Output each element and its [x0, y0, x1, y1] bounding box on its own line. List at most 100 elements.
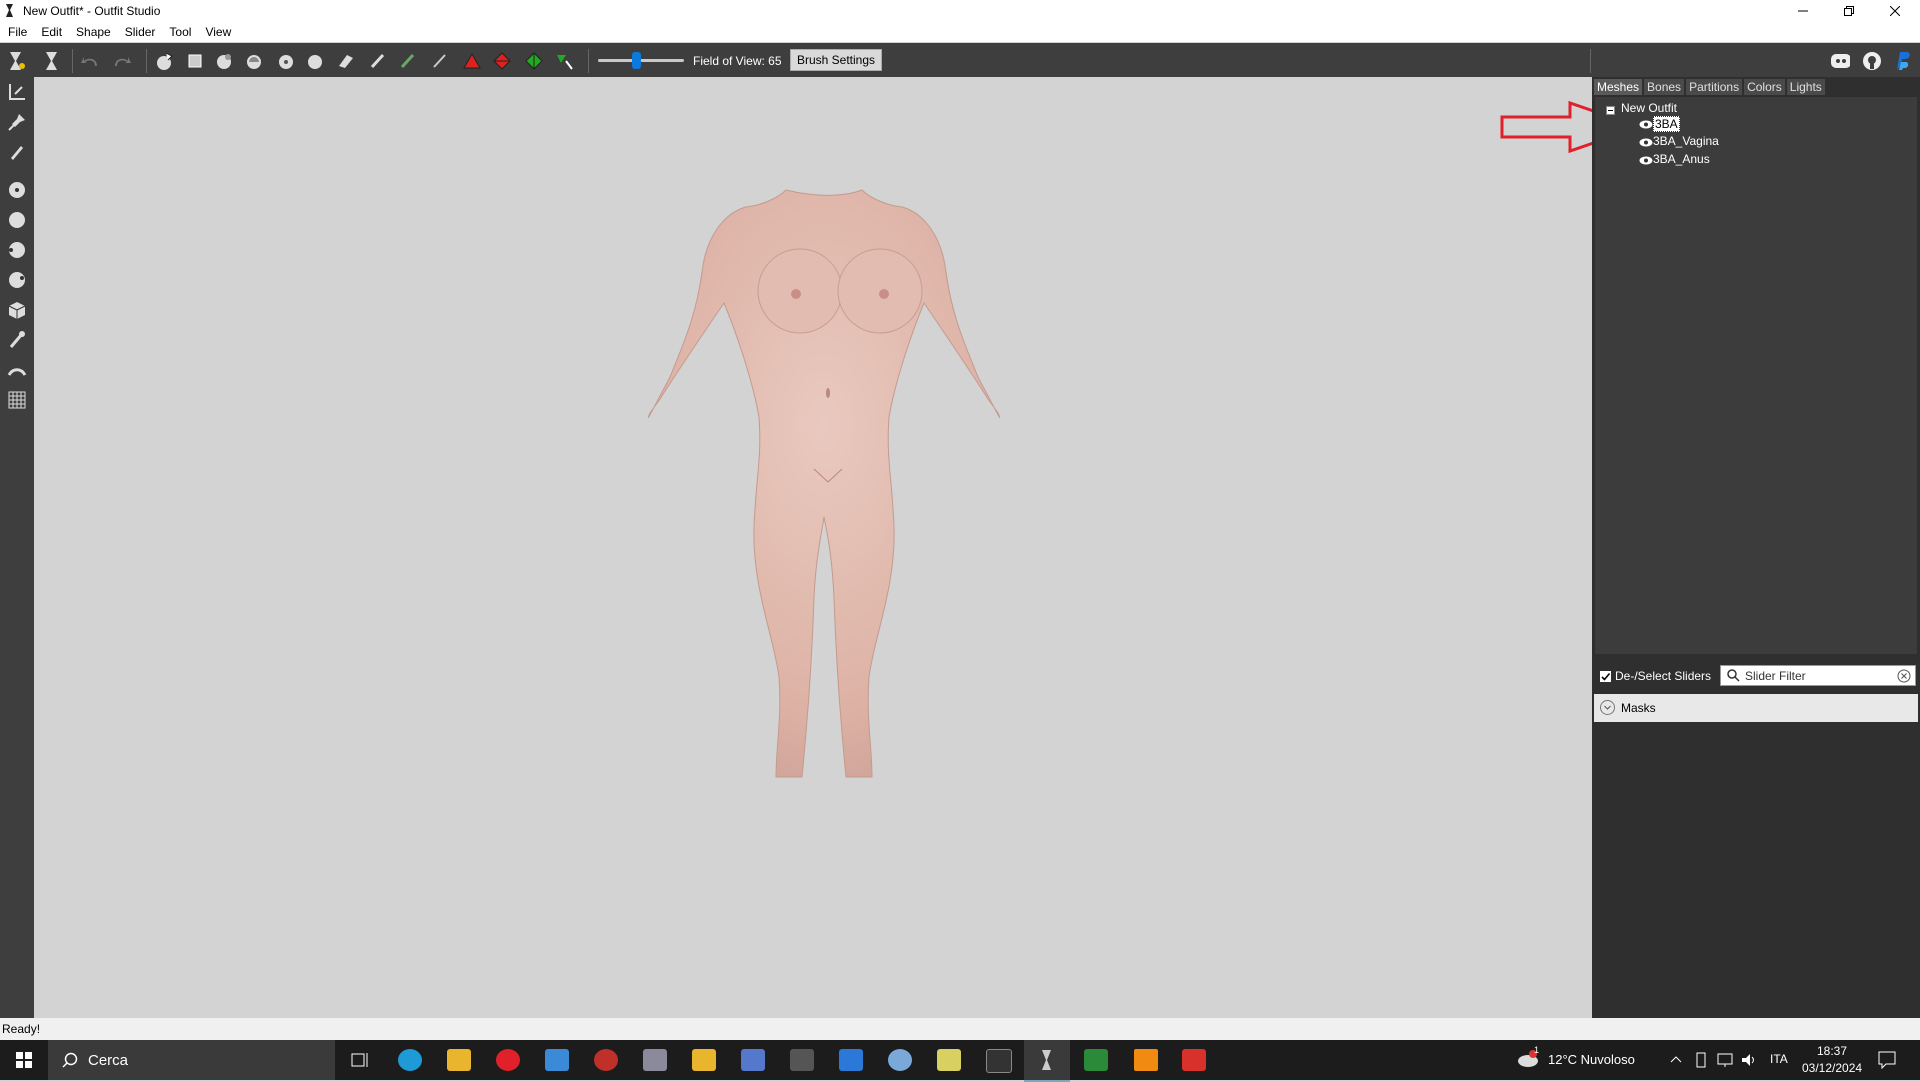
floor-toggle-button[interactable] — [6, 359, 28, 381]
sphere-solid-button[interactable] — [6, 209, 28, 231]
volume-icon[interactable] — [1740, 1052, 1758, 1068]
undiff-brush-button[interactable] — [368, 51, 388, 71]
move-brush-button[interactable] — [305, 51, 325, 71]
tab-meshes[interactable]: Meshes — [1594, 79, 1643, 95]
chevron-up-icon[interactable] — [1670, 1054, 1682, 1064]
mask-brush-button[interactable] — [214, 51, 234, 71]
github-button[interactable] — [1862, 51, 1882, 71]
app-paint-icon[interactable] — [888, 1049, 912, 1071]
smooth-brush-button[interactable] — [336, 51, 356, 71]
app-window-icon[interactable] — [839, 1049, 863, 1071]
transform-button[interactable] — [185, 51, 205, 71]
app-box-icon[interactable] — [643, 1049, 667, 1071]
sphere-light-button[interactable] — [6, 269, 28, 291]
mesh-item-3ba-vagina[interactable]: 3BA_Vagina — [1653, 134, 1719, 148]
3d-viewport[interactable] — [34, 77, 1645, 1018]
eye-icon[interactable] — [1639, 138, 1653, 147]
tab-lights[interactable]: Lights — [1786, 79, 1825, 95]
collapse-icon[interactable] — [1606, 106, 1615, 115]
move-vertex-button[interactable] — [554, 51, 574, 71]
grid-toggle-button[interactable] — [6, 389, 28, 411]
undo-button[interactable] — [80, 51, 100, 71]
clear-filter-icon[interactable] — [1897, 669, 1911, 683]
brush-settings-button[interactable]: Brush Settings — [790, 49, 882, 71]
minimize-button[interactable] — [1780, 0, 1826, 22]
color-brush-button[interactable] — [430, 51, 450, 71]
weight-brush-button[interactable] — [398, 51, 418, 71]
weather-text[interactable]: 12°C Nuvoloso — [1548, 1052, 1635, 1067]
collapse-vertex-button[interactable] — [462, 51, 482, 71]
vertex-dot-button[interactable] — [6, 179, 28, 201]
menu-tool[interactable]: Tool — [163, 25, 197, 39]
paypal-button[interactable] — [1892, 51, 1912, 71]
reference-toggle-button[interactable] — [6, 51, 26, 71]
menu-shape[interactable]: Shape — [70, 25, 117, 39]
file-explorer-icon[interactable] — [447, 1049, 471, 1071]
device-icon[interactable] — [1694, 1052, 1708, 1068]
tree-root-new-outfit[interactable]: New Outfit — [1621, 101, 1677, 115]
workingmesh-toggle-button[interactable] — [42, 51, 62, 71]
inflate-brush-button[interactable] — [244, 51, 264, 71]
app-yellow-icon[interactable] — [692, 1049, 716, 1071]
tab-bones[interactable]: Bones — [1644, 79, 1685, 95]
fov-slider-thumb[interactable] — [632, 52, 641, 69]
close-button[interactable] — [1872, 0, 1918, 22]
outfit-studio-taskbar-button[interactable] — [1024, 1040, 1070, 1082]
redo-button[interactable] — [112, 51, 132, 71]
vlc-icon[interactable] — [1134, 1049, 1158, 1071]
app-notes-icon[interactable] — [937, 1049, 961, 1071]
discord-button[interactable] — [1830, 51, 1850, 71]
split-edge-button[interactable] — [524, 51, 544, 71]
opera-icon[interactable] — [496, 1049, 520, 1071]
eye-icon[interactable] — [1639, 156, 1653, 165]
app-red-icon[interactable] — [594, 1049, 618, 1071]
menu-edit[interactable]: Edit — [35, 25, 68, 39]
task-view-icon[interactable] — [348, 1049, 372, 1071]
pin-icon — [8, 114, 25, 131]
slider-filter-placeholder: Slider Filter — [1745, 669, 1806, 683]
app-feather-icon[interactable] — [741, 1049, 765, 1071]
flip-edge-button[interactable] — [492, 51, 512, 71]
network-icon[interactable] — [1716, 1052, 1734, 1068]
deselect-sliders-checkbox[interactable]: De-/Select Sliders — [1600, 669, 1711, 683]
app-msi-icon[interactable] — [986, 1049, 1012, 1073]
sphere-wire-button[interactable] — [6, 239, 28, 261]
menu-file[interactable]: File — [2, 25, 33, 39]
clock-date[interactable]: 03/12/2024 — [1802, 1061, 1862, 1075]
edge-icon[interactable] — [398, 1049, 422, 1071]
pencil-tool-button[interactable] — [6, 141, 28, 163]
clock-time[interactable]: 18:37 — [1817, 1044, 1847, 1058]
select-brush-button[interactable] — [154, 51, 174, 71]
github-icon — [1863, 52, 1881, 70]
tab-colors[interactable]: Colors — [1744, 79, 1785, 95]
fov-slider-track[interactable] — [598, 59, 684, 62]
mesh-item-3ba[interactable]: 3BA — [1653, 116, 1680, 132]
app-f-icon[interactable] — [1182, 1049, 1206, 1071]
language-indicator[interactable]: ITA — [1770, 1052, 1788, 1066]
expand-icon[interactable] — [1600, 700, 1615, 715]
notification-center-icon[interactable] — [1878, 1051, 1896, 1069]
texture-cube-button[interactable] — [6, 299, 28, 321]
store-icon[interactable] — [545, 1049, 569, 1071]
toolbar — [0, 43, 1920, 77]
slider-filter-input[interactable]: Slider Filter — [1720, 665, 1916, 686]
restore-button[interactable] — [1826, 0, 1872, 22]
deflate-brush-button[interactable] — [276, 51, 296, 71]
pivot-tool-button[interactable] — [6, 81, 28, 103]
masks-group[interactable]: Masks — [1594, 694, 1918, 722]
eye-icon[interactable] — [1639, 120, 1653, 129]
tab-partitions[interactable]: Partitions — [1686, 79, 1743, 95]
body-mesh-render — [647, 189, 1001, 778]
menu-slider[interactable]: Slider — [119, 25, 162, 39]
transform-icon — [188, 54, 202, 68]
taskbar-search[interactable]: Cerca — [48, 1040, 335, 1080]
pin-tool-button[interactable] — [6, 111, 28, 133]
start-button[interactable] — [0, 1040, 48, 1080]
search-icon — [62, 1052, 78, 1068]
app-sheet-icon[interactable] — [1084, 1049, 1108, 1071]
checkbox[interactable] — [1600, 670, 1611, 682]
menu-view[interactable]: View — [199, 25, 237, 39]
mesh-item-3ba-anus[interactable]: 3BA_Anus — [1653, 152, 1710, 166]
app-nexus-icon[interactable] — [790, 1049, 814, 1071]
bones-toggle-button[interactable] — [6, 329, 28, 351]
